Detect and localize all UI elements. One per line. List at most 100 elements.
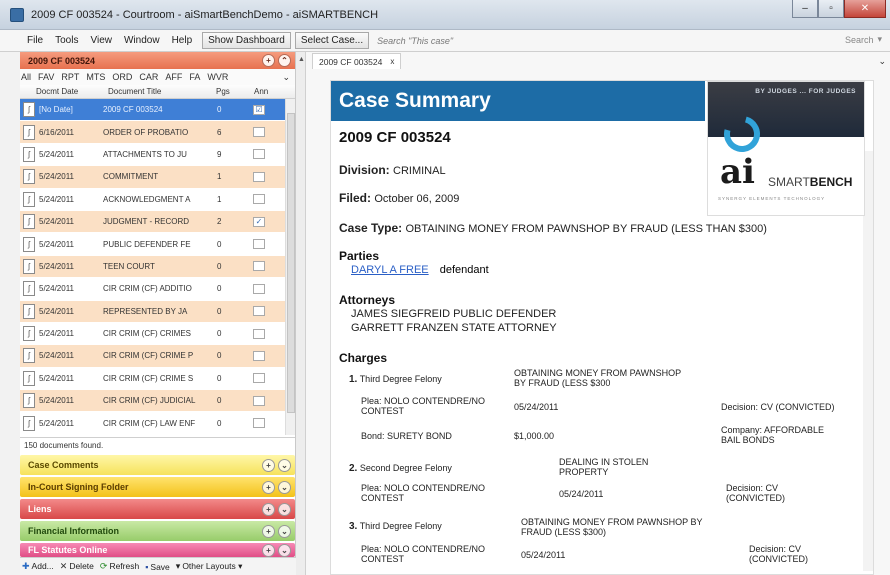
annotation-checkbox[interactable] (253, 373, 265, 384)
close-button[interactable]: ✕ (844, 0, 886, 18)
add-button[interactable]: ✚ Add... (22, 561, 54, 572)
filter-all[interactable]: All (21, 72, 31, 82)
pin-icon[interactable]: + (262, 458, 275, 472)
document-icon[interactable]: ʃ (23, 146, 35, 162)
table-row[interactable]: ʃ 5/24/2011 CIR CRIM (CF) CRIME P 0 (20, 345, 295, 368)
section-liens[interactable]: Liens + ⌄ (20, 499, 295, 519)
col-title[interactable]: Document Title (108, 87, 216, 96)
annotation-checkbox[interactable] (253, 350, 265, 361)
menu-view[interactable]: View (84, 35, 118, 46)
annotation-checkbox[interactable] (253, 395, 265, 406)
section-fl-statutes-online[interactable]: FL Statutes Online + ⌄ (20, 543, 295, 557)
pin-icon[interactable]: + (262, 543, 275, 557)
filter-wvr[interactable]: WVR (207, 72, 228, 82)
document-icon[interactable]: ʃ (23, 370, 35, 386)
delete-button[interactable]: ✕ Delete (60, 561, 94, 572)
pin-icon[interactable]: + (262, 54, 275, 67)
annotation-checkbox[interactable] (253, 418, 265, 429)
scrollbar-thumb[interactable] (287, 113, 295, 413)
save-button[interactable]: ▪ Save (145, 562, 170, 572)
annotation-checkbox[interactable] (253, 239, 265, 250)
section-financial-information[interactable]: Financial Information + ⌄ (20, 521, 295, 541)
expand-icon[interactable]: ⌄ (278, 543, 291, 557)
annotation-checkbox[interactable]: ✓ (253, 216, 265, 227)
table-row[interactable]: ʃ 5/24/2011 CIR CRIM (CF) CRIMES 0 (20, 322, 295, 346)
annotation-checkbox[interactable] (253, 127, 265, 138)
table-row[interactable]: ʃ 5/24/2011 TEEN COURT 0 (20, 255, 295, 279)
annotation-checkbox[interactable] (253, 261, 265, 272)
pin-icon[interactable]: + (262, 502, 275, 516)
annotation-checkbox[interactable] (253, 283, 265, 294)
document-icon[interactable]: ʃ (23, 169, 35, 185)
tab-close-icon[interactable]: x (390, 57, 394, 66)
collapse-arrow-icon[interactable]: ▲ (298, 56, 305, 63)
document-icon[interactable]: ʃ (23, 124, 35, 140)
section-in-court-signing-folder[interactable]: In-Court Signing Folder + ⌄ (20, 477, 295, 497)
case-header[interactable]: 2009 CF 003524 + ⌃ (20, 52, 295, 69)
table-row[interactable]: ʃ 5/24/2011 PUBLIC DEFENDER FE 0 (20, 233, 295, 256)
filter-rpt[interactable]: RPT (61, 72, 79, 82)
table-row[interactable]: ʃ 5/24/2011 COMMITMENT 1 (20, 166, 295, 189)
global-search[interactable]: Search ▾ (845, 34, 882, 45)
document-icon[interactable]: ʃ (23, 214, 35, 230)
menu-tools[interactable]: Tools (49, 35, 84, 46)
table-row[interactable]: ʃ 5/24/2011 REPRESENTED BY JA 0 (20, 300, 295, 323)
filter-aff[interactable]: AFF (165, 72, 182, 82)
document-icon[interactable]: ʃ (23, 281, 35, 297)
filter-fa[interactable]: FA (189, 72, 200, 82)
table-row[interactable]: ʃ [No Date] 2009 CF 003524 0 ☑ (20, 99, 295, 122)
annotation-checkbox[interactable] (253, 306, 265, 317)
party-name-link[interactable]: DARYL A FREE (351, 264, 429, 276)
filter-fav[interactable]: FAV (38, 72, 54, 82)
document-icon[interactable]: ʃ (23, 102, 35, 118)
annotation-checkbox[interactable] (253, 328, 265, 339)
document-icon[interactable]: ʃ (23, 348, 35, 364)
filter-mts[interactable]: MTS (86, 72, 105, 82)
expand-icon[interactable]: ⌄ (278, 458, 291, 472)
col-date[interactable]: Docmt Date (20, 87, 108, 96)
col-ann[interactable]: Ann (254, 87, 274, 96)
annotation-checkbox[interactable] (253, 149, 265, 160)
section-case-comments[interactable]: Case Comments + ⌄ (20, 455, 295, 475)
table-row[interactable]: ʃ 5/24/2011 CIR CRIM (CF) ADDITIO 0 (20, 278, 295, 301)
refresh-button[interactable]: ⟳ Refresh (100, 561, 139, 572)
filter-car[interactable]: CAR (139, 72, 158, 82)
expand-icon[interactable]: ⌄ (278, 524, 291, 538)
filter-chevron-down-icon[interactable]: ⌄ (282, 72, 290, 83)
menu-window[interactable]: Window (118, 35, 166, 46)
expand-icon[interactable]: ⌄ (278, 502, 291, 516)
minimize-button[interactable]: – (792, 0, 818, 18)
table-row[interactable]: ʃ 5/24/2011 CIR CRIM (CF) CRIME S 0 (20, 367, 295, 391)
annotation-checkbox[interactable]: ☑ (253, 104, 265, 115)
menu-file[interactable]: File (0, 35, 49, 46)
select-case-button[interactable]: Select Case... (294, 32, 370, 49)
table-row[interactable]: ʃ 5/24/2011 ACKNOWLEDGMENT A 1 (20, 188, 295, 211)
document-icon[interactable]: ʃ (23, 326, 35, 342)
table-row[interactable]: ʃ 5/24/2011 CIR CRIM (CF) JUDICIAL 0 (20, 390, 295, 413)
maximize-button[interactable]: ▫ (818, 0, 844, 18)
collapse-icon[interactable]: ⌃ (278, 54, 291, 67)
filter-ord[interactable]: ORD (112, 72, 132, 82)
panel-splitter[interactable]: ▲ (296, 52, 306, 575)
document-list-scrollbar[interactable] (285, 99, 295, 435)
document-icon[interactable]: ʃ (23, 236, 35, 252)
expand-icon[interactable]: ⌄ (278, 480, 291, 494)
show-dashboard-button[interactable]: Show Dashboard (202, 32, 291, 49)
menu-help[interactable]: Help (166, 35, 199, 46)
other-layouts-button[interactable]: ▾ Other Layouts ▾ (176, 561, 243, 572)
pin-icon[interactable]: + (262, 480, 275, 494)
document-icon[interactable]: ʃ (23, 415, 35, 431)
document-icon[interactable]: ʃ (23, 191, 35, 207)
pin-icon[interactable]: + (262, 524, 275, 538)
tab-case[interactable]: 2009 CF 003524 x (312, 53, 402, 69)
search-dropdown-icon[interactable]: ▾ (877, 34, 882, 45)
table-row[interactable]: ʃ 5/24/2011 CIR CRIM (CF) LAW ENF 0 (20, 412, 295, 435)
tab-overflow-chevron-icon[interactable]: ⌄ (878, 56, 886, 67)
table-row[interactable]: ʃ 5/24/2011 JUDGMENT - RECORD 2 ✓ (20, 210, 295, 234)
annotation-checkbox[interactable] (253, 171, 265, 182)
document-icon[interactable]: ʃ (23, 303, 35, 319)
annotation-checkbox[interactable] (253, 194, 265, 205)
document-icon[interactable]: ʃ (23, 393, 35, 409)
search-case-input[interactable]: Search "This case" (377, 36, 453, 46)
col-pgs[interactable]: Pgs (216, 87, 254, 96)
